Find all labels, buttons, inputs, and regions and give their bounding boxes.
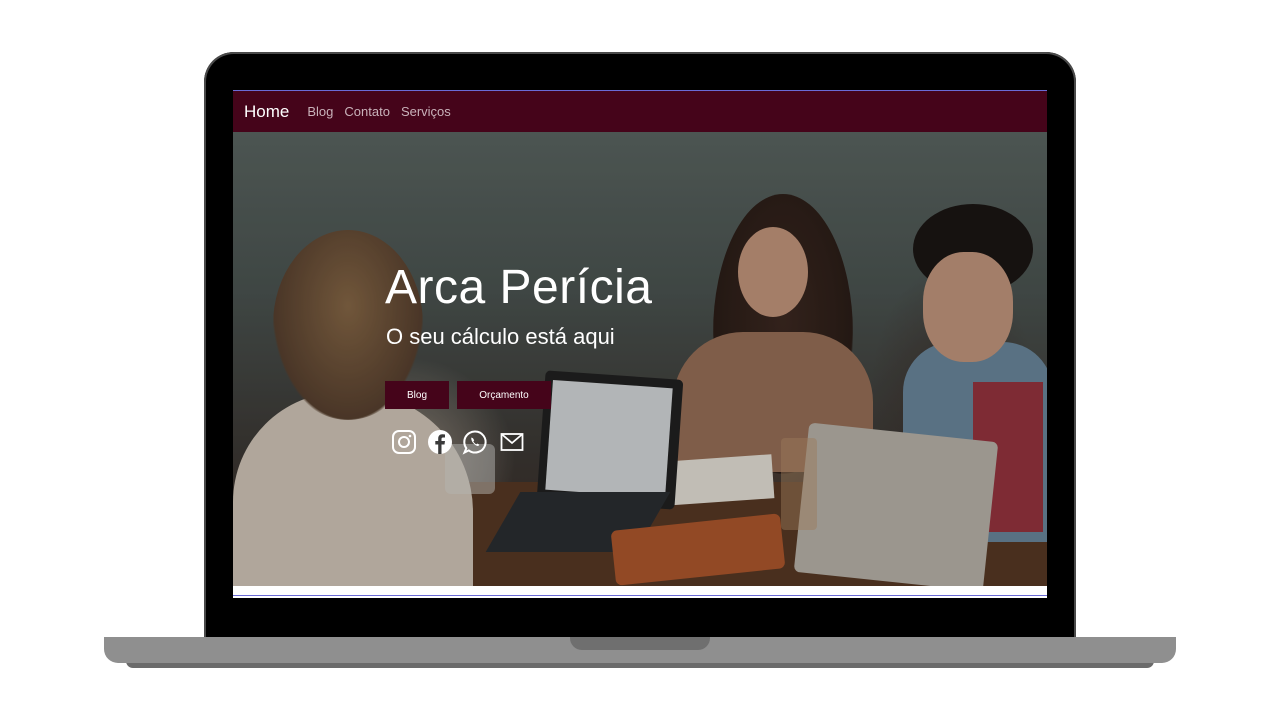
- email-icon[interactable]: [499, 429, 525, 455]
- whatsapp-icon[interactable]: [462, 429, 488, 455]
- laptop-notch: [570, 637, 710, 650]
- blog-button[interactable]: Blog: [385, 381, 449, 409]
- nav-link-contato[interactable]: Contato: [344, 104, 390, 119]
- facebook-icon[interactable]: [427, 429, 453, 455]
- instagram-icon[interactable]: [391, 429, 417, 455]
- hero-overlay: [233, 132, 1047, 586]
- nav-link-blog[interactable]: Blog: [307, 104, 333, 119]
- hero-subtitle: O seu cálculo está aqui: [386, 324, 615, 349]
- page-bottom-strip: [233, 586, 1047, 598]
- nav-brand-home[interactable]: Home: [244, 102, 289, 122]
- hero-section: Arca Perícia O seu cálculo está aqui Blo…: [233, 132, 1047, 592]
- navbar: Home Blog Contato Serviços: [233, 90, 1047, 132]
- nav-link-servicos[interactable]: Serviços: [401, 104, 451, 119]
- laptop-screen: Home Blog Contato Serviços Arca Perícia …: [233, 90, 1047, 598]
- orcamento-button[interactable]: Orçamento: [457, 381, 551, 409]
- hero-title: Arca Perícia: [385, 261, 653, 314]
